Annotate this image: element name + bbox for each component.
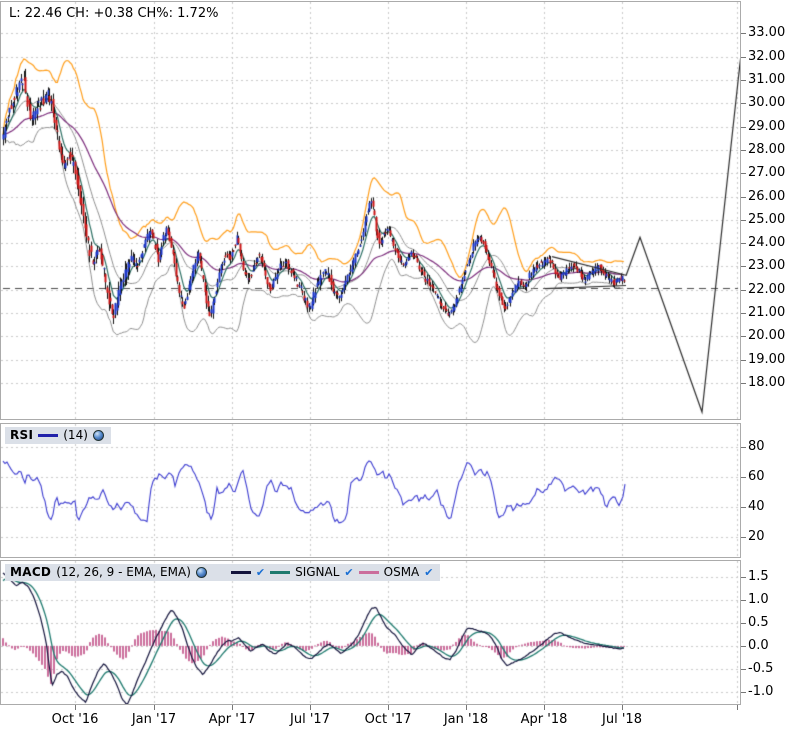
y-axis-label: 0.0 bbox=[748, 637, 769, 653]
y-axis-label: 23.00 bbox=[748, 258, 786, 274]
y-axis-tick bbox=[741, 359, 746, 361]
macd-line-checkbox[interactable]: ✔ bbox=[256, 567, 265, 578]
y-axis-tick bbox=[741, 336, 746, 338]
y-axis-label: 31.00 bbox=[748, 72, 786, 88]
macd-panel: MACD (12, 26, 9 - EMA, EMA) ✔ SIGNAL ✔ O… bbox=[0, 560, 741, 705]
x-axis-tick bbox=[622, 705, 623, 710]
osma-label: OSMA bbox=[383, 565, 420, 579]
y-axis-label: 40 bbox=[748, 499, 765, 514]
y-axis-label: 80 bbox=[748, 438, 765, 454]
x-axis-label: Jan '17 bbox=[131, 712, 177, 727]
x-axis-tick bbox=[737, 705, 738, 710]
y-axis-tick bbox=[741, 576, 746, 578]
y-axis-tick bbox=[741, 126, 746, 128]
y-axis-label: 24.00 bbox=[748, 235, 786, 251]
y-axis-tick bbox=[741, 289, 746, 291]
x-axis-tick bbox=[154, 705, 155, 710]
y-axis-label: 21.00 bbox=[748, 305, 786, 320]
y-axis-tick bbox=[741, 668, 746, 670]
y-axis-label: -0.5 bbox=[748, 660, 774, 676]
y-axis-label: 0.5 bbox=[748, 614, 769, 630]
x-axis-label: Apr '18 bbox=[520, 712, 568, 727]
x-axis-tick bbox=[466, 705, 467, 710]
macd-indicator-header[interactable]: MACD (12, 26, 9 - EMA, EMA) ✔ SIGNAL ✔ O… bbox=[5, 564, 441, 581]
y-axis-label: 20 bbox=[748, 529, 765, 545]
y-axis-tick bbox=[741, 645, 746, 647]
y-axis-label: 30.00 bbox=[748, 95, 786, 111]
y-axis-label: 27.00 bbox=[748, 165, 786, 181]
quote-summary: L: 22.46 CH: +0.38 CH%: 1.72% bbox=[9, 6, 219, 21]
y-axis-label: 18.00 bbox=[748, 374, 786, 390]
osma-checkbox[interactable]: ✔ bbox=[424, 567, 433, 578]
y-axis-tick bbox=[741, 103, 746, 105]
signal-label: SIGNAL bbox=[295, 565, 340, 579]
x-axis-tick bbox=[75, 705, 76, 710]
y-axis-tick bbox=[741, 692, 746, 693]
macd-indicator-params: (12, 26, 9 - EMA, EMA) bbox=[56, 565, 191, 579]
x-axis-label: Oct '16 bbox=[51, 712, 99, 727]
y-axis-tick bbox=[741, 33, 746, 35]
price-panel: L: 22.46 CH: +0.38 CH%: 1.72% bbox=[0, 1, 741, 420]
chart-window: L: 22.46 CH: +0.38 CH%: 1.72% RSI (14) M… bbox=[0, 0, 796, 734]
y-axis-tick bbox=[741, 80, 746, 82]
signal-line-swatch-icon bbox=[270, 570, 291, 574]
y-axis-tick bbox=[741, 382, 746, 384]
x-axis-label: Apr '17 bbox=[208, 712, 256, 727]
y-axis-label: 26.00 bbox=[748, 188, 786, 204]
x-axis-tick bbox=[232, 705, 233, 710]
x-axis-label: Oct '17 bbox=[364, 712, 412, 727]
price-chart-canvas[interactable] bbox=[1, 2, 740, 419]
x-axis-tick bbox=[544, 705, 545, 710]
x-axis-tick bbox=[388, 705, 389, 710]
y-axis-tick bbox=[741, 476, 746, 478]
y-axis-label: 32.00 bbox=[748, 48, 786, 64]
y-axis-tick bbox=[741, 196, 746, 198]
rsi-indicator-name: RSI bbox=[10, 428, 34, 442]
y-axis-tick bbox=[741, 537, 746, 539]
y-axis-label: 19.00 bbox=[748, 351, 786, 367]
x-axis-tick bbox=[310, 705, 311, 710]
y-axis-tick bbox=[741, 219, 746, 221]
y-axis-tick bbox=[741, 266, 746, 268]
y-axis-label: 22.00 bbox=[748, 281, 786, 297]
y-axis-tick bbox=[741, 173, 746, 175]
y-axis-tick bbox=[741, 56, 746, 58]
globe-icon[interactable] bbox=[92, 429, 104, 441]
rsi-panel: RSI (14) bbox=[0, 423, 741, 558]
osma-swatch-icon bbox=[358, 570, 379, 574]
x-axis-label: Jul '17 bbox=[290, 712, 330, 727]
y-axis-label: 29.00 bbox=[748, 118, 786, 134]
y-axis-label: 25.00 bbox=[748, 211, 786, 227]
x-axis-label: Jan '18 bbox=[443, 712, 489, 727]
y-axis-label: 28.00 bbox=[748, 141, 786, 157]
macd-indicator-name: MACD bbox=[10, 565, 52, 579]
y-axis-tick bbox=[741, 243, 746, 245]
macd-line-swatch-icon bbox=[230, 570, 251, 574]
y-axis-label: -1.0 bbox=[748, 684, 774, 699]
rsi-chart-canvas[interactable] bbox=[1, 424, 740, 557]
y-axis-tick bbox=[741, 149, 746, 151]
y-axis-label: 33.00 bbox=[748, 25, 786, 41]
rsi-line-swatch-icon bbox=[38, 433, 59, 437]
y-axis-tick bbox=[741, 507, 746, 508]
y-axis-label: 20.00 bbox=[748, 328, 786, 344]
y-axis-label: 60 bbox=[748, 468, 765, 484]
y-axis-tick bbox=[741, 446, 746, 448]
x-axis-label: Jul '18 bbox=[602, 712, 642, 727]
globe-icon[interactable] bbox=[195, 566, 207, 578]
signal-checkbox[interactable]: ✔ bbox=[344, 567, 353, 578]
macd-chart-canvas[interactable] bbox=[1, 561, 740, 704]
y-axis-tick bbox=[741, 622, 746, 624]
rsi-indicator-header[interactable]: RSI (14) bbox=[5, 427, 111, 444]
y-axis-tick bbox=[741, 313, 746, 314]
y-axis-tick bbox=[741, 599, 746, 601]
y-axis-label: 1.5 bbox=[748, 568, 769, 584]
y-axis-label: 1.0 bbox=[748, 591, 769, 607]
rsi-indicator-param: (14) bbox=[63, 428, 88, 442]
